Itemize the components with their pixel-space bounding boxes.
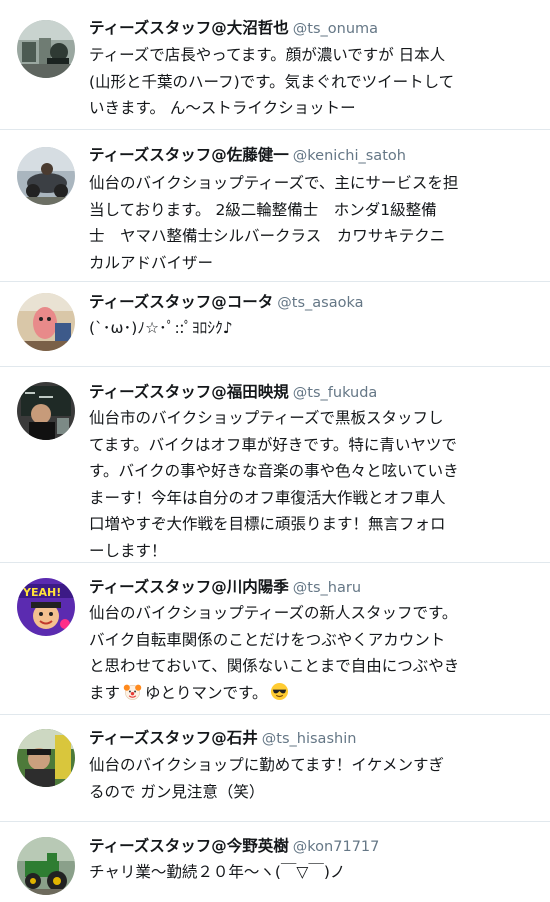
- avatar[interactable]: YEAH!: [17, 578, 75, 636]
- user-header: ティーズスタッフ@石井 @ts_hisashin: [89, 727, 540, 750]
- avatar[interactable]: [17, 729, 75, 787]
- user-bio: ティーズで店長やってます。顔が濃いですが 日本人 (山形と千葉のハーフ)です。気…: [89, 46, 455, 117]
- display-name[interactable]: ティーズスタッフ@川内陽季: [89, 578, 289, 596]
- bio-line-start: ます: [89, 683, 121, 702]
- user-header: ティーズスタッフ@コータ @ts_asaoka: [89, 291, 540, 314]
- avatar[interactable]: [17, 20, 75, 78]
- user-item[interactable]: ティーズスタッフ@佐藤健一 @kenichi_satoh 仙台のバイクショップティ…: [0, 130, 550, 282]
- bio-line: 仙台のバイクショップティーズの新人スタッフです。: [89, 604, 458, 622]
- user-bio: 仙台のバイクショップティーズの新人スタッフです。 バイク自転車関係のことだけをつ…: [89, 600, 509, 706]
- user-item[interactable]: ティーズスタッフ@福田映規 @ts_fukuda 仙台市のバイクショップティーズで…: [0, 367, 550, 563]
- avatar[interactable]: [17, 147, 75, 205]
- user-item[interactable]: ティーズスタッフ@今野英樹 @kon71717 チャリ業〜勤続２０年〜ヽ(￣▽￣)…: [0, 822, 550, 902]
- user-item[interactable]: ティーズスタッフ@石井 @ts_hisashin 仙台のバイクショップに勤めてます…: [0, 715, 550, 822]
- avatar[interactable]: [17, 293, 75, 351]
- display-name[interactable]: ティーズスタッフ@佐藤健一: [89, 146, 289, 164]
- user-header: ティーズスタッフ@大沼哲也 @ts_onuma: [89, 17, 540, 40]
- user-bio: チャリ業〜勤続２０年〜ヽ(￣▽￣)ノ: [89, 863, 346, 881]
- screen-name[interactable]: @ts_onuma: [293, 21, 378, 37]
- user-header: ティーズスタッフ@佐藤健一 @kenichi_satoh: [89, 144, 540, 167]
- svg-text:YEAH!: YEAH!: [22, 586, 61, 599]
- display-name[interactable]: ティーズスタッフ@コータ: [89, 293, 273, 311]
- bio-line: バイク自転車関係のことだけをつぶやくアカウント: [89, 630, 446, 649]
- bio-line-end: ゆとりマンです。: [145, 683, 268, 702]
- user-header: ティーズスタッフ@福田映規 @ts_fukuda: [89, 381, 540, 404]
- display-name[interactable]: ティーズスタッフ@大沼哲也: [89, 19, 289, 37]
- user-bio: 仙台のバイクショップティーズで、主にサービスを担 当しております。 2級二輪整備…: [89, 174, 459, 272]
- user-bio: 仙台のバイクショップに勤めてます！イケメンすぎ るので ガン見注意（笑）: [89, 756, 444, 801]
- avatar[interactable]: [17, 382, 75, 440]
- user-item[interactable]: ティーズスタッフ@大沼哲也 @ts_onuma ティーズで店長やってます。顔が濃い…: [0, 0, 550, 130]
- user-header: ティーズスタッフ@川内陽季 @ts_haru: [89, 576, 540, 599]
- user-bio: (`･ω･)ﾉ☆･ﾟ::ﾟﾖﾛｼｸ♪: [89, 319, 233, 337]
- screen-name[interactable]: @ts_asaoka: [277, 295, 363, 311]
- user-header: ティーズスタッフ@今野英樹 @kon71717: [89, 835, 540, 858]
- avatar[interactable]: [17, 837, 75, 895]
- clown-face-emoji-icon: [123, 684, 142, 700]
- user-list: ティーズスタッフ@大沼哲也 @ts_onuma ティーズで店長やってます。顔が濃い…: [0, 0, 550, 902]
- display-name[interactable]: ティーズスタッフ@今野英樹: [89, 837, 289, 855]
- screen-name[interactable]: @ts_fukuda: [293, 385, 378, 401]
- screen-name[interactable]: @kon71717: [293, 839, 380, 855]
- screen-name[interactable]: @ts_hisashin: [262, 731, 357, 747]
- sunglasses-face-emoji-icon: [271, 682, 289, 700]
- user-item[interactable]: YEAH! ティーズスタッフ@川内陽季 @ts_haru 仙台のバイクショップティ…: [0, 563, 550, 715]
- screen-name[interactable]: @kenichi_satoh: [293, 148, 406, 164]
- user-bio: 仙台市のバイクショップティーズで黒板スタッフし てます。バイクはオフ車が好きです…: [89, 409, 459, 560]
- display-name[interactable]: ティーズスタッフ@福田映規: [89, 383, 289, 401]
- bio-line: と思わせておいて、関係ないことまで自由につぶやき: [89, 657, 460, 675]
- user-item[interactable]: ティーズスタッフ@コータ @ts_asaoka (`･ω･)ﾉ☆･ﾟ::ﾟﾖﾛｼｸ…: [0, 282, 550, 367]
- screen-name[interactable]: @ts_haru: [293, 580, 361, 596]
- display-name[interactable]: ティーズスタッフ@石井: [89, 729, 258, 747]
